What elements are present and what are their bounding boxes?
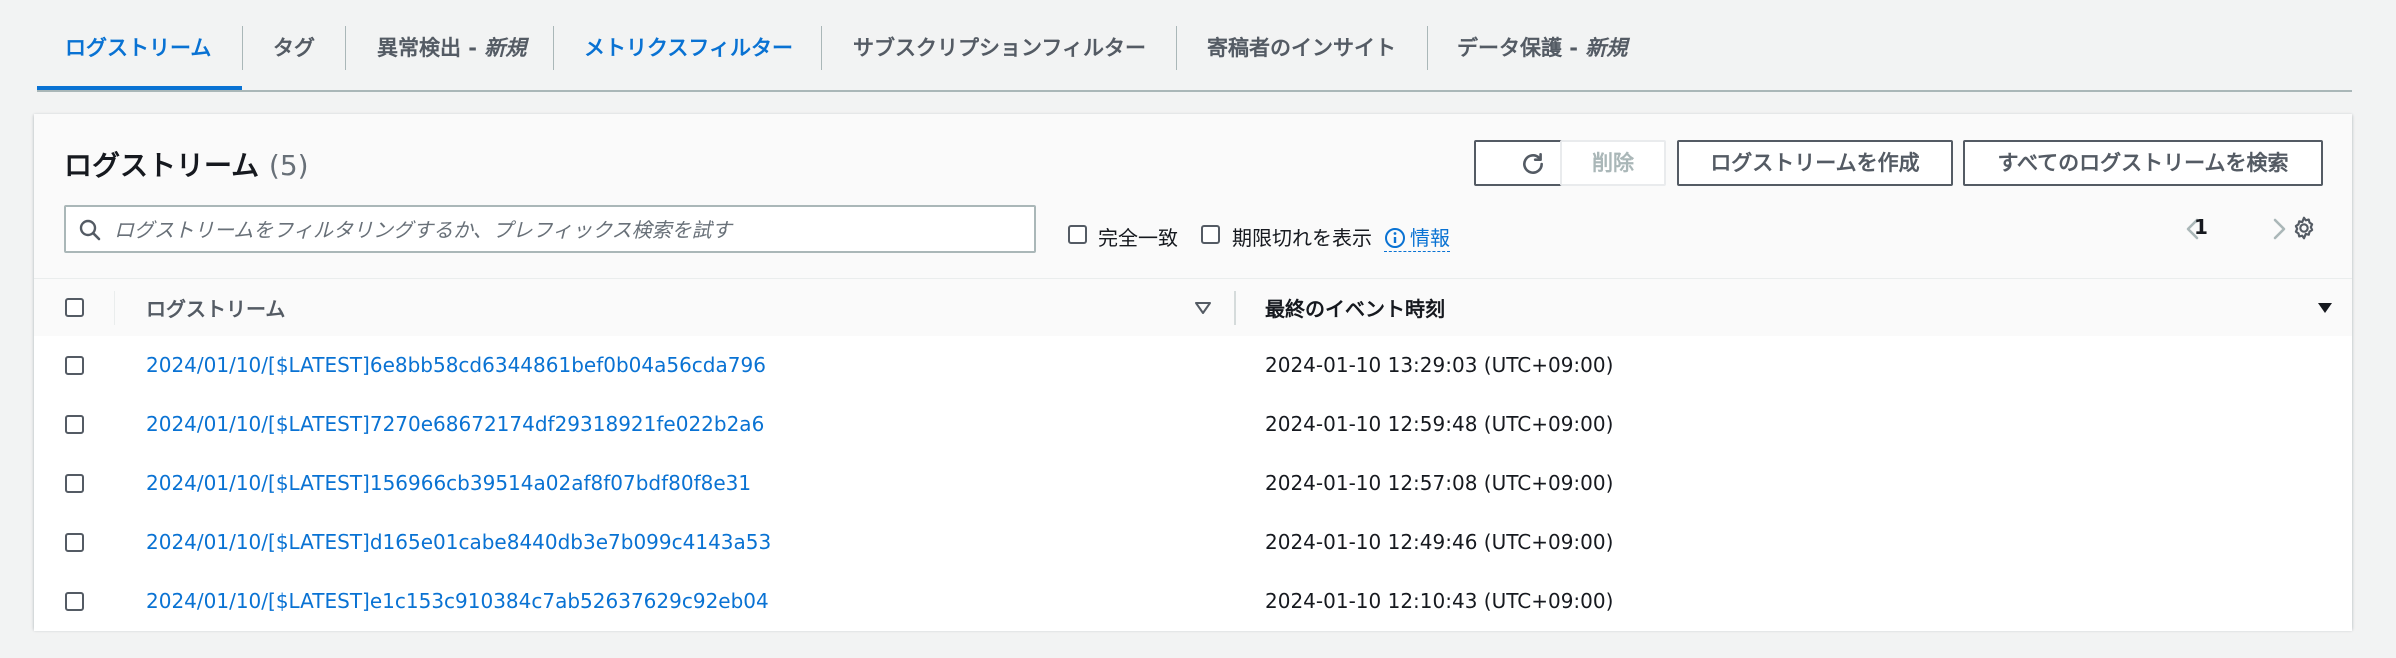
chevron-right-icon[interactable] [2270, 216, 2288, 242]
log-stream-link[interactable]: 2024/01/10/[$LATEST]156966cb39514a02af8f… [146, 471, 751, 495]
table-row: 2024/01/10/[$LATEST]6e8bb58cd6344861bef0… [34, 336, 2352, 396]
log-stream-link[interactable]: 2024/01/10/[$LATEST]d165e01cabe8440db3e7… [146, 530, 771, 554]
panel-title-text: ログストリーム [64, 149, 260, 182]
column-header-log-stream[interactable]: ログストリーム [146, 293, 285, 322]
table-row: 2024/01/10/[$LATEST]156966cb39514a02af8f… [34, 454, 2352, 514]
last-event-time: 2024-01-10 12:59:48 (UTC+09:00) [1265, 412, 1614, 436]
page-number[interactable]: 1 [2194, 215, 2208, 239]
new-badge: 新規 [1585, 36, 1628, 60]
log-streams-panel: ログストリーム (5) 削除 ログストリームを作成 すべてのログストリームを検索… [34, 114, 2352, 631]
row-checkbox[interactable] [65, 533, 84, 552]
table-row: 2024/01/10/[$LATEST]d165e01cabe8440db3e7… [34, 513, 2352, 573]
table-row: 2024/01/10/[$LATEST]e1c153c910384c7ab526… [34, 572, 2352, 631]
tab-anomaly-detection[interactable]: 異常検出 - 新規 [377, 22, 526, 90]
tab-divider [1427, 26, 1428, 70]
last-event-time: 2024-01-10 12:57:08 (UTC+09:00) [1265, 471, 1614, 495]
last-event-time: 2024-01-10 12:10:43 (UTC+09:00) [1265, 589, 1614, 613]
tab-divider [242, 26, 243, 70]
active-tab-indicator [37, 86, 242, 90]
row-checkbox[interactable] [65, 356, 84, 375]
tab-metric-filters[interactable]: メトリクスフィルター [584, 22, 793, 90]
log-stream-link[interactable]: 2024/01/10/[$LATEST]e1c153c910384c7ab526… [146, 589, 769, 613]
tab-divider [1176, 26, 1177, 70]
select-all-checkbox[interactable] [65, 298, 84, 317]
search-icon [79, 219, 101, 241]
log-stream-link[interactable]: 2024/01/10/[$LATEST]6e8bb58cd6344861bef0… [146, 353, 766, 377]
tab-bar: ログストリーム タグ 異常検出 - 新規 メトリクスフィルター サブスクリプショ… [37, 22, 2352, 92]
log-stream-link[interactable]: 2024/01/10/[$LATEST]7270e68672174df29318… [146, 412, 764, 436]
row-checkbox[interactable] [65, 592, 84, 611]
search-input[interactable] [112, 207, 1016, 253]
tab-data-protection[interactable]: データ保護 - 新規 [1457, 22, 1627, 90]
panel-header: ログストリーム (5) 削除 ログストリームを作成 すべてのログストリームを検索… [34, 114, 2352, 278]
last-event-time: 2024-01-10 13:29:03 (UTC+09:00) [1265, 353, 1614, 377]
filter-search-box[interactable] [64, 205, 1036, 253]
tab-divider [821, 26, 822, 70]
info-label: 情報 [1410, 226, 1450, 250]
tab-contributor-insights[interactable]: 寄稿者のインサイト [1207, 22, 1396, 90]
last-event-time: 2024-01-10 12:49:46 (UTC+09:00) [1265, 530, 1614, 554]
exact-match-checkbox[interactable] [1068, 225, 1087, 244]
tab-divider [345, 26, 346, 70]
tab-label: 異常検出 - [377, 36, 485, 60]
gear-icon[interactable] [2291, 215, 2317, 241]
tab-divider [553, 26, 554, 70]
info-link[interactable]: 情報 [1384, 222, 1450, 252]
panel-title: ログストリーム (5) [64, 144, 309, 184]
row-checkbox[interactable] [65, 415, 84, 434]
tab-subscription-filters[interactable]: サブスクリプションフィルター [853, 22, 1146, 90]
column-header-last-event-time[interactable]: 最終のイベント時刻 [1265, 293, 1445, 322]
search-all-log-streams-button[interactable]: すべてのログストリームを検索 [1963, 140, 2323, 186]
table-header: ログストリーム 最終のイベント時刻 [34, 278, 2352, 338]
show-expired-label: 期限切れを表示 [1232, 226, 1372, 250]
tab-tags[interactable]: タグ [273, 22, 315, 90]
refresh-icon [1523, 152, 1543, 174]
column-divider [114, 291, 115, 325]
create-log-stream-button[interactable]: ログストリームを作成 [1677, 140, 1953, 186]
sort-caret-icon[interactable] [1194, 299, 1212, 317]
tab-label: データ保護 - [1457, 36, 1586, 60]
new-badge: 新規 [484, 36, 527, 60]
table-row: 2024/01/10/[$LATEST]7270e68672174df29318… [34, 395, 2352, 455]
column-resizer[interactable] [1234, 291, 1236, 325]
stream-count: (5) [268, 149, 309, 182]
sort-descending-icon[interactable] [2316, 299, 2334, 317]
info-icon [1385, 228, 1405, 248]
delete-button[interactable]: 削除 [1560, 140, 1666, 186]
row-checkbox[interactable] [65, 474, 84, 493]
exact-match-label: 完全一致 [1098, 226, 1178, 250]
tab-log-streams[interactable]: ログストリーム [65, 22, 211, 90]
show-expired-checkbox[interactable] [1201, 225, 1220, 244]
